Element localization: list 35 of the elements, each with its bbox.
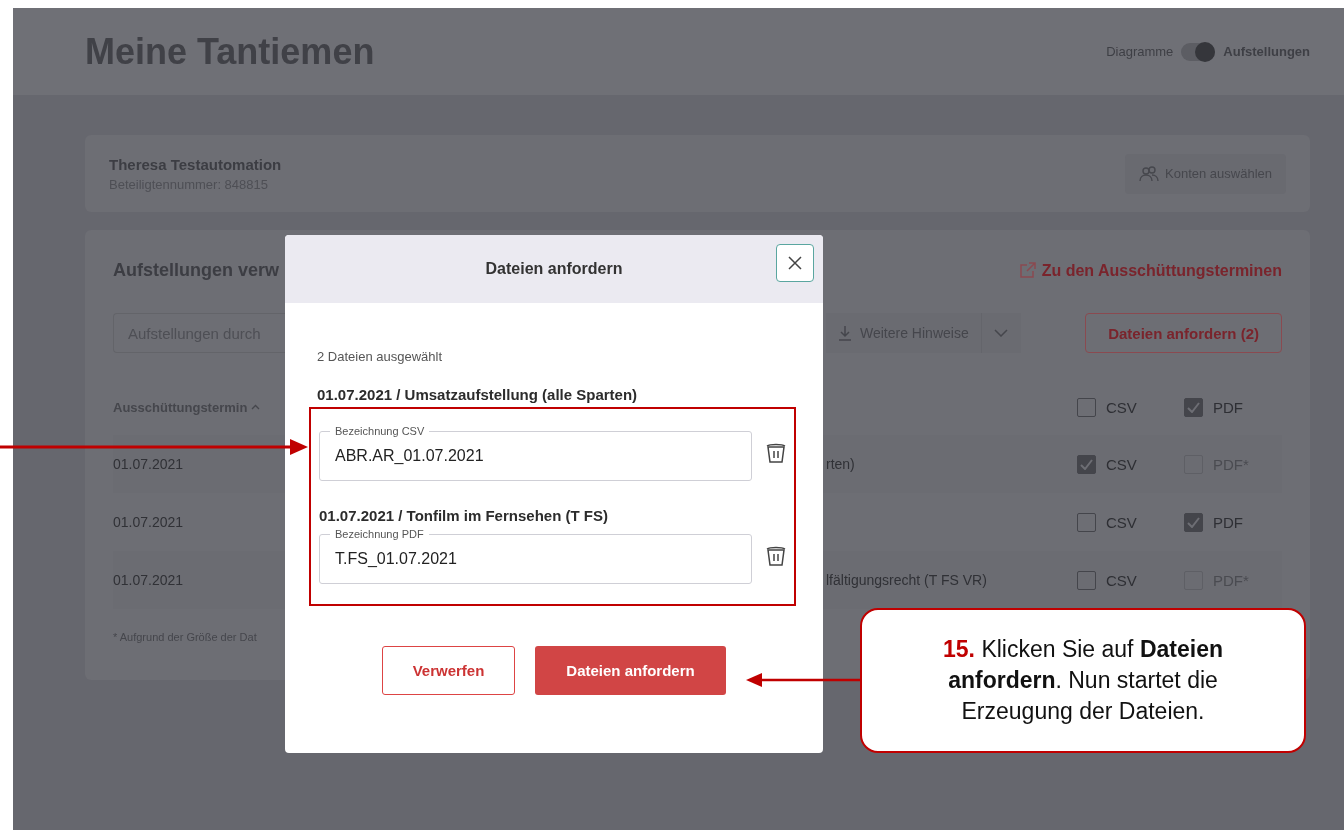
checkbox[interactable]: CSV: [1077, 454, 1184, 474]
schedule-link[interactable]: Zu den Ausschüttungsterminen: [826, 261, 1282, 280]
discard-button[interactable]: Verwerfen: [382, 646, 515, 695]
view-toggle[interactable]: [1181, 42, 1216, 61]
request-files-button[interactable]: Dateien anfordern: [535, 646, 726, 695]
statement-cell-text: rten): [826, 456, 856, 472]
file-heading: 01.07.2021 / Tonfilm im Fernsehen (T FS): [319, 507, 609, 524]
date-cell-text: 01.07.2021: [113, 456, 185, 472]
people-icon: [1139, 165, 1159, 182]
trash-icon[interactable]: [766, 545, 786, 567]
filename-field[interactable]: Bezeichnung PDF T.FS_01.07.2021: [319, 528, 752, 584]
filename-field[interactable]: Bezeichnung CSV ABR.AR_01.07.2021: [319, 425, 752, 481]
download-icon: [838, 325, 852, 341]
checkbox[interactable]: CSV: [1077, 397, 1184, 417]
chevron-down-icon: [994, 329, 1009, 337]
file-heading: 01.07.2021 / Umsatzaufstellung (alle Sparten): [317, 386, 639, 403]
request-files-button[interactable]: Dateien anfordern (2): [1085, 313, 1282, 353]
close-button[interactable]: [776, 244, 814, 282]
dialog-title: Dateien anfordern: [485, 260, 623, 278]
external-link-icon: [1018, 262, 1036, 279]
sort-up-icon: [251, 404, 261, 410]
checkbox[interactable]: PDF: [1184, 512, 1282, 532]
close-icon: [788, 256, 802, 270]
callout-text: 15. Klicken Sie auf Dateien anfordern. Nun startet die Erzeugung der Dateien.: [942, 634, 1224, 726]
date-cell-text: 01.07.2021: [113, 572, 185, 588]
checkmark-icon: [1187, 516, 1200, 528]
selected-count: 2 Dateien ausgewählt: [317, 349, 444, 364]
checkbox[interactable]: CSV: [1077, 570, 1184, 590]
trash-icon[interactable]: [766, 442, 786, 464]
statement-cell-text: lfältigungsrecht (T FS VR): [826, 572, 988, 588]
checkbox[interactable]: PDF: [1184, 397, 1282, 417]
checkmark-icon: [1080, 458, 1093, 470]
checkmark-icon: [1187, 401, 1200, 413]
checkbox[interactable]: CSV: [1077, 512, 1184, 532]
date-cell-text: 01.07.2021: [113, 514, 185, 530]
